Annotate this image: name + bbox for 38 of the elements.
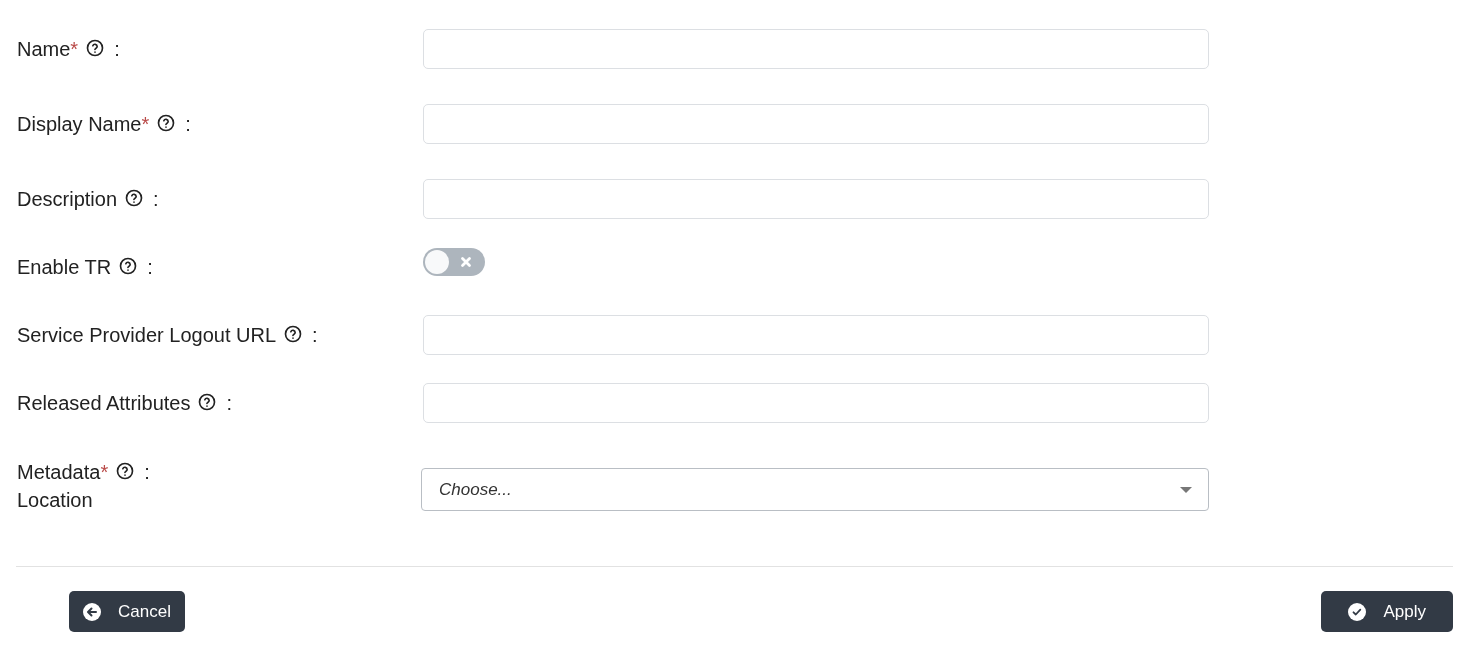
colon: : xyxy=(185,112,191,137)
text-field[interactable] xyxy=(423,315,1209,355)
help-icon[interactable] xyxy=(284,325,302,343)
help-icon[interactable] xyxy=(116,462,135,480)
caret-icon xyxy=(1180,486,1192,493)
field-label: Metadata xyxy=(17,460,101,485)
colon: : xyxy=(226,391,232,416)
field-label: Display Name xyxy=(17,112,142,137)
help-icon[interactable] xyxy=(119,257,138,275)
text-field[interactable] xyxy=(423,104,1209,144)
select-dropdown[interactable]: Choose... xyxy=(421,468,1209,511)
field-label: Description xyxy=(17,187,118,212)
field-label: Service Provider Logout URL xyxy=(17,323,276,348)
text-field[interactable] xyxy=(423,179,1209,219)
field-label: Location xyxy=(17,488,93,513)
check-icon xyxy=(1348,602,1367,621)
cancel-button[interactable]: Cancel xyxy=(69,591,185,632)
colon: : xyxy=(312,323,318,348)
colon: : xyxy=(147,255,153,280)
field-label: Released Attributes xyxy=(17,391,191,416)
help-icon[interactable] xyxy=(125,189,144,207)
field-label: Name xyxy=(17,37,71,62)
colon: : xyxy=(144,460,150,485)
text-field[interactable] xyxy=(423,383,1209,423)
colon: : xyxy=(153,187,159,212)
field-label: Enable TR xyxy=(17,255,112,280)
help-icon[interactable] xyxy=(198,393,217,411)
required-asterisk: * xyxy=(100,460,109,485)
apply-button[interactable]: Apply xyxy=(1321,591,1453,632)
help-icon[interactable] xyxy=(157,114,176,132)
help-icon[interactable] xyxy=(86,39,105,57)
text-field[interactable] xyxy=(423,29,1209,69)
required-asterisk: * xyxy=(141,112,150,137)
required-asterisk: * xyxy=(70,37,79,62)
cross-icon xyxy=(460,256,472,268)
colon: : xyxy=(114,37,120,62)
toggle-switch[interactable] xyxy=(423,248,485,276)
arrow-left-icon xyxy=(83,602,101,621)
